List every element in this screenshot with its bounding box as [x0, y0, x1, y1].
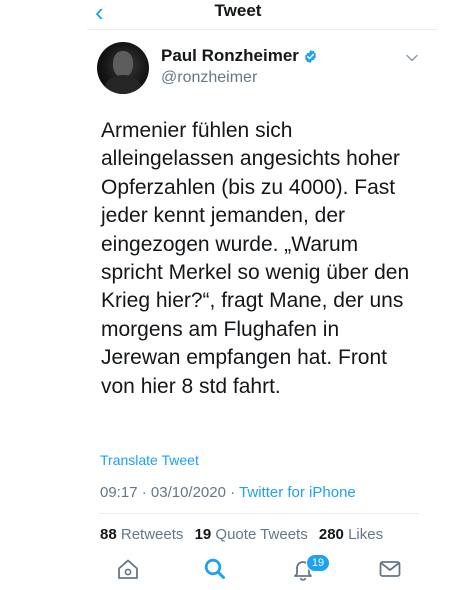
quote-tweets-label: Quote Tweets	[215, 526, 308, 543]
retweets-label: Retweets	[120, 526, 184, 543]
meta-separator: ·	[141, 484, 147, 501]
tweet-time: 09:17	[100, 484, 138, 501]
author-display-name[interactable]: Paul Ronzheimer	[161, 46, 299, 66]
likes-label: Likes	[348, 526, 384, 543]
tweet-date[interactable]: 03/10/2020	[151, 484, 226, 501]
verified-badge-icon	[304, 49, 316, 63]
avatar-shoulders	[105, 75, 141, 94]
retweets-stat[interactable]: 88 Retweets	[100, 526, 183, 543]
home-icon[interactable]	[115, 556, 141, 582]
translate-tweet-link[interactable]: Translate Tweet	[100, 452, 199, 468]
notifications-badge: 19	[306, 554, 330, 572]
tweet-metadata: 09:17 · 03/10/2020 · Twitter for iPhone	[100, 484, 356, 501]
stats-divider	[99, 513, 419, 514]
mail-icon[interactable]	[377, 556, 403, 582]
meta-separator: ·	[230, 484, 236, 501]
page-title: Tweet	[214, 1, 262, 20]
author-name-row[interactable]: Paul Ronzheimer	[161, 46, 318, 66]
engagement-stats: 88 Retweets 19 Quote Tweets 280 Likes	[100, 526, 383, 543]
quote-tweets-count: 19	[194, 526, 212, 543]
author-handle[interactable]: @ronzheimer	[161, 69, 257, 87]
likes-count: 280	[318, 526, 344, 543]
tweet-text-line: Krieg hier?“, fragt Mane, der uns	[101, 289, 404, 313]
chevron-down-icon[interactable]	[406, 52, 418, 64]
tweet-text-line: spricht Merkel so wenig über den	[101, 261, 410, 285]
tweet-text-line: Jerewan empfangen hat. Front	[101, 346, 388, 370]
top-navigation-bar: ‹ Tweet	[0, 0, 476, 30]
tweet-text-line: eingezogen wurde. „Warum	[101, 232, 359, 256]
retweets-count: 88	[100, 526, 117, 543]
tweet-text-line: jeder kennt jemanden, der	[101, 204, 345, 228]
likes-stat[interactable]: 280 Likes	[319, 526, 383, 543]
tweet-source-link[interactable]: Twitter for iPhone	[239, 484, 356, 501]
tweet-text-line: Opferzahlen (bis zu 4000). Fast	[101, 175, 396, 199]
tweet-text: Armenier fühlen sich alleingelassen ange…	[101, 117, 431, 401]
search-icon[interactable]	[202, 556, 228, 582]
header-divider	[87, 29, 437, 30]
quote-tweets-stat[interactable]: 19 Quote Tweets	[195, 526, 308, 543]
avatar-face	[113, 51, 133, 77]
avatar[interactable]	[97, 42, 149, 94]
tweet-text-line: von hier 8 std fahrt.	[101, 374, 281, 398]
tweet-text-line: Armenier fühlen sich	[101, 119, 293, 142]
bottom-tab-bar	[0, 552, 476, 590]
tweet-text-line: morgens am Flughafen in	[101, 317, 340, 341]
tweet-text-line: alleingelassen angesichts hoher	[101, 147, 400, 171]
